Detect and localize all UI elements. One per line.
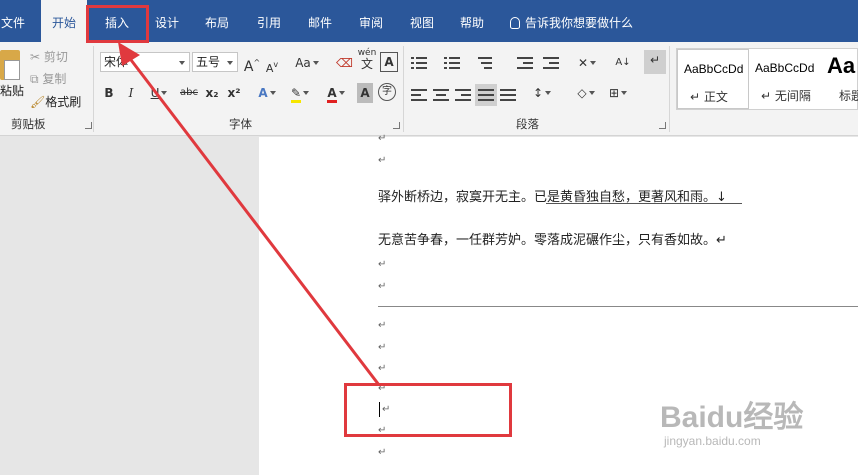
- horizontal-rule: [378, 306, 858, 307]
- font-size-select[interactable]: 五号: [192, 52, 238, 72]
- tell-me-text: 告诉我你想要做什么: [525, 16, 634, 30]
- paintbrush-icon: 🖌: [30, 95, 46, 109]
- subscript-button[interactable]: x₂: [203, 83, 221, 103]
- font-group-label: 字体: [229, 117, 252, 131]
- chinese-layout-icon[interactable]: ✕: [573, 53, 601, 73]
- format-painter-button[interactable]: 🖌格式刷: [30, 93, 81, 110]
- bullets-icon[interactable]: [411, 56, 427, 70]
- distributed-icon[interactable]: [500, 88, 516, 102]
- tab-help[interactable]: 帮助: [453, 0, 491, 42]
- line-spacing-icon[interactable]: ↕: [528, 83, 556, 103]
- tab-view[interactable]: 视图: [403, 0, 441, 42]
- styles-gallery: AaBbCcDd ↵ 正文 AaBbCcDd ↵ 无间隔 Aa 标题: [676, 48, 858, 110]
- tab-review[interactable]: 审阅: [352, 0, 390, 42]
- paragraph-launcher-icon[interactable]: [659, 122, 666, 129]
- underline-button[interactable]: U: [146, 83, 172, 103]
- align-right-icon[interactable]: [455, 88, 471, 102]
- align-left-icon[interactable]: [411, 88, 427, 102]
- poem-line-2[interactable]: 无意苦争春，一任群芳妒。零落成泥碾作尘，只有香如故。↵: [378, 229, 727, 248]
- numbering-icon[interactable]: [444, 56, 460, 70]
- multilevel-list-icon[interactable]: [478, 56, 494, 70]
- sort-icon[interactable]: A↓: [614, 53, 632, 73]
- scissors-icon: ✂: [30, 50, 44, 64]
- highlight-color-button[interactable]: ✎: [285, 83, 315, 103]
- tab-references[interactable]: 引用: [250, 0, 288, 42]
- tell-me-search[interactable]: 告诉我你想要做什么: [510, 0, 633, 42]
- lightbulb-icon: [510, 17, 520, 29]
- character-shading-button[interactable]: A: [357, 83, 373, 103]
- underline-mark: [546, 203, 742, 204]
- baidu-watermark: Baidu经验 jingyan.baidu.com: [660, 392, 820, 462]
- divider: [669, 46, 670, 132]
- copy-icon: ⧉: [30, 72, 43, 86]
- increase-indent-icon[interactable]: [543, 56, 559, 70]
- paragraph-mark: ↵: [378, 155, 387, 166]
- paragraph-mark: ↵: [378, 259, 387, 270]
- italic-button[interactable]: I: [124, 83, 138, 103]
- paragraph-mark: ↵: [378, 363, 387, 374]
- style-no-spacing[interactable]: AaBbCcDd ↵ 无间隔: [749, 49, 821, 109]
- paste-icon[interactable]: [0, 50, 20, 80]
- highlighter-icon: ✎: [290, 86, 302, 103]
- phonetic-guide-button[interactable]: wén 文: [356, 48, 378, 78]
- paragraph-group-label: 段落: [516, 117, 539, 131]
- bold-button[interactable]: B: [102, 83, 116, 103]
- cut-button[interactable]: ✂ 剪切: [30, 48, 68, 65]
- enclose-characters-button[interactable]: 字: [378, 83, 396, 101]
- shrink-font-button[interactable]: Av: [264, 55, 280, 75]
- tab-mailings[interactable]: 邮件: [301, 0, 339, 42]
- tab-layout[interactable]: 布局: [198, 0, 236, 42]
- ribbon-home: 粘贴 ✂ 剪切 ⧉ 复制 🖌格式刷 剪贴板 宋体 五号 A^ Av Aa ⌫ w…: [0, 42, 858, 136]
- style-heading[interactable]: Aa 标题: [821, 49, 858, 109]
- align-center-icon[interactable]: [433, 88, 449, 102]
- tab-design[interactable]: 设计: [148, 0, 186, 42]
- superscript-button[interactable]: x²: [225, 83, 243, 103]
- paragraph-mark: ↵: [378, 447, 387, 458]
- divider: [93, 46, 94, 132]
- clipboard-group-label: 剪贴板: [11, 117, 46, 131]
- highlight-cursor-area: [344, 383, 512, 437]
- shading-icon[interactable]: ◇: [571, 83, 601, 103]
- clipboard-launcher-icon[interactable]: [85, 122, 92, 129]
- paste-button[interactable]: 粘贴: [0, 82, 24, 99]
- borders-icon[interactable]: ⊞: [603, 83, 633, 103]
- clear-formatting-icon[interactable]: ⌫: [336, 53, 353, 73]
- justify-icon: [478, 88, 494, 102]
- baidu-logo: Baidu经验: [660, 401, 804, 434]
- paragraph-mark: ↵: [378, 133, 387, 144]
- paragraph-mark: ↵: [378, 281, 387, 292]
- tab-file[interactable]: 文件: [0, 0, 26, 42]
- paragraph-mark: ↵: [378, 320, 387, 331]
- style-normal[interactable]: AaBbCcDd ↵ 正文: [677, 49, 749, 109]
- grow-font-button[interactable]: A^: [243, 53, 261, 75]
- show-marks-icon[interactable]: ↵: [644, 50, 666, 74]
- tab-home[interactable]: 开始: [41, 0, 87, 42]
- divider: [403, 46, 404, 132]
- font-name-select[interactable]: 宋体: [100, 52, 190, 72]
- highlight-insert-tab: [86, 5, 149, 43]
- justify-button[interactable]: [475, 84, 497, 106]
- strikethrough-button[interactable]: abc: [178, 83, 200, 103]
- text-effects-button[interactable]: A: [254, 83, 280, 103]
- font-launcher-icon[interactable]: [393, 122, 400, 129]
- change-case-button[interactable]: Aa: [292, 53, 322, 73]
- watermark-url: jingyan.baidu.com: [664, 434, 761, 448]
- copy-button[interactable]: ⧉ 复制: [30, 70, 66, 87]
- paragraph-mark: ↵: [378, 342, 387, 353]
- font-color-button[interactable]: A: [321, 83, 351, 103]
- decrease-indent-icon[interactable]: [517, 56, 533, 70]
- character-border-button[interactable]: A: [380, 52, 398, 72]
